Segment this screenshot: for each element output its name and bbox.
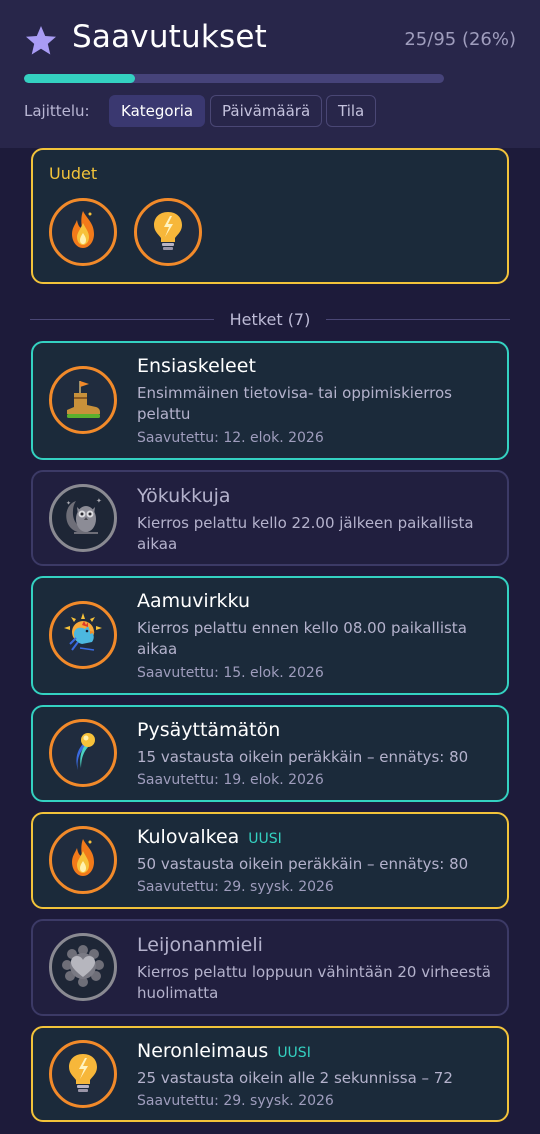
sort-status-button[interactable]: Tila (326, 95, 377, 127)
achievement-date: Saavutettu: 12. elok. 2026 (137, 430, 324, 446)
achievement-card[interactable]: Aamuvirkku Kierros pelattu ennen kello 0… (31, 576, 509, 695)
achievement-card[interactable]: ✦ ✦ Yökukkuja Kierros pelattu kello 22.0… (31, 470, 509, 566)
star-icon (26, 26, 56, 55)
lightbulb-icon (154, 212, 182, 250)
achievement-title: Leijonanmieli (137, 934, 263, 956)
achievement-medal: ✦ ✦ (49, 484, 117, 552)
achievement-title: Ensiaskeleet (137, 355, 256, 377)
progress-count: 25/95 (26%) (404, 29, 516, 50)
owl-moon-icon: ✦ ✦ (66, 497, 102, 534)
page-title: Saavutukset (72, 19, 267, 55)
achievement-card[interactable]: Kulovalkea UUSI 50 vastausta oikein peräk… (31, 812, 509, 909)
achievement-title: Aamuvirkku (137, 590, 250, 612)
new-achievements-panel: Uudet (31, 148, 509, 284)
achievement-description: Kierros pelattu ennen kello 08.00 paikal… (137, 619, 467, 658)
achievement-medal (49, 1040, 117, 1108)
svg-text:✦: ✦ (96, 497, 102, 505)
svg-text:✦: ✦ (66, 500, 71, 507)
rooster-sun-icon (64, 613, 102, 651)
achievement-card[interactable]: Neronleimaus UUSI 25 vastausta oikein all… (31, 1026, 509, 1122)
achievement-description: Kierros pelattu kello 22.00 jälkeen paik… (137, 514, 474, 553)
achievement-description: 50 vastausta oikein peräkkäin – ennätys:… (137, 855, 469, 873)
flame-icon (72, 839, 94, 876)
achievement-medal (49, 366, 117, 434)
achievement-card[interactable]: Leijonanmieli Kierros pelattu loppuun vä… (31, 919, 509, 1016)
new-lightbulb-medal[interactable] (134, 198, 202, 266)
achievement-description: Kierros pelattu loppuun vähintään 20 vir… (137, 963, 492, 1002)
achievement-title: Pysäyttämätön (137, 719, 281, 741)
achievement-card[interactable]: Ensiaskeleet Ensimmäinen tietovisa- tai … (31, 341, 509, 460)
new-badge: UUSI (277, 1045, 311, 1061)
progress-bar-fill (24, 74, 135, 83)
achievement-title: Yökukkuja (137, 485, 231, 507)
sort-date-button[interactable]: Päivämäärä (210, 95, 323, 127)
boot-flag-icon (67, 381, 100, 418)
category-divider: Hetket (7) (30, 308, 510, 332)
sort-category-button[interactable]: Kategoria (109, 95, 206, 127)
achievement-medal (49, 933, 117, 1001)
achievement-medal (49, 601, 117, 669)
new-achievements-title: Uudet (49, 164, 98, 183)
lion-heart-icon (62, 945, 104, 987)
achievement-title: Kulovalkea UUSI (137, 826, 282, 848)
divider-line-right (326, 319, 510, 320)
flame-icon (72, 211, 94, 248)
achievement-date: Saavutettu: 19. elok. 2026 (137, 772, 324, 788)
achievement-medal (49, 719, 117, 787)
achievement-description: 25 vastausta oikein alle 2 sekunnissa – … (137, 1069, 453, 1087)
new-flame-medal[interactable] (49, 198, 117, 266)
achievement-medal (49, 826, 117, 894)
sort-label: Lajittelu: (24, 102, 90, 120)
achievement-date: Saavutettu: 29. syysk. 2026 (137, 1093, 334, 1109)
achievement-description: Ensimmäinen tietovisa- tai oppimiskierro… (137, 384, 452, 423)
comet-icon (76, 733, 95, 770)
new-badge: UUSI (248, 831, 282, 847)
achievement-title: Neronleimaus UUSI (137, 1040, 311, 1062)
lightbulb-icon (69, 1054, 97, 1092)
achievement-date: Saavutettu: 15. elok. 2026 (137, 665, 324, 681)
header: Saavutukset 25/95 (26%) Lajittelu: Kateg… (0, 0, 540, 148)
achievement-date: Saavutettu: 29. syysk. 2026 (137, 879, 334, 895)
achievement-card[interactable]: Pysäyttämätön 15 vastausta oikein peräkk… (31, 705, 509, 802)
progress-bar (24, 74, 444, 83)
achievement-description: 15 vastausta oikein peräkkäin – ennätys:… (137, 748, 469, 766)
